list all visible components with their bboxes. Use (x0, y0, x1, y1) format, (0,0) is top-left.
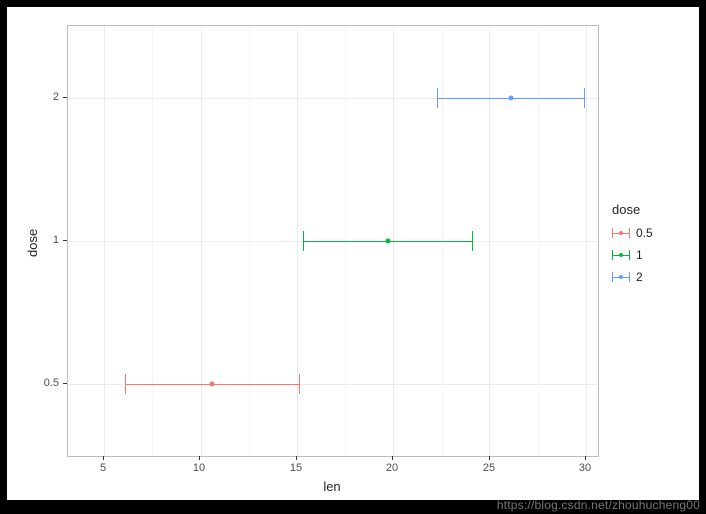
legend-item: 2 (612, 267, 653, 287)
x-tick-label: 15 (290, 462, 302, 474)
x-axis-title: len (67, 479, 597, 494)
x-tick-label: 20 (386, 462, 398, 474)
errorbar-cap-2-high (584, 88, 585, 108)
legend-label: 0.5 (636, 226, 653, 240)
point-2 (508, 95, 513, 100)
errorbar-cap-2-low (437, 88, 438, 108)
plot-panel (67, 25, 599, 457)
legend-title: dose (612, 202, 653, 217)
legend-key-icon (612, 246, 630, 264)
errorbar-cap-1-high (472, 231, 473, 251)
legend-label: 1 (636, 248, 643, 262)
errorbar-cap-0.5-low (125, 374, 126, 394)
x-tick-label: 5 (100, 462, 106, 474)
x-tick-label: 25 (483, 462, 495, 474)
legend-item: 0.5 (612, 223, 653, 243)
x-tick-label: 10 (193, 462, 205, 474)
watermark: https://blog.csdn.net/zhouhucheng00 (497, 498, 700, 512)
point-1 (385, 239, 390, 244)
x-tick-label: 30 (579, 462, 591, 474)
y-tick-label: 0.5 (29, 377, 59, 389)
y-axis-title: dose (25, 229, 40, 257)
y-tick-label: 2 (29, 91, 59, 103)
errorbar-cap-1-low (303, 231, 304, 251)
legend: dose 0.5 1 2 (612, 202, 653, 289)
legend-item: 1 (612, 245, 653, 265)
point-0.5 (210, 382, 215, 387)
legend-label: 2 (636, 270, 643, 284)
legend-key-icon (612, 268, 630, 286)
plot-frame: 5 10 15 20 25 30 0.5 1 2 len dose dose 0… (7, 7, 699, 500)
errorbar-cap-0.5-high (299, 374, 300, 394)
legend-key-icon (612, 224, 630, 242)
